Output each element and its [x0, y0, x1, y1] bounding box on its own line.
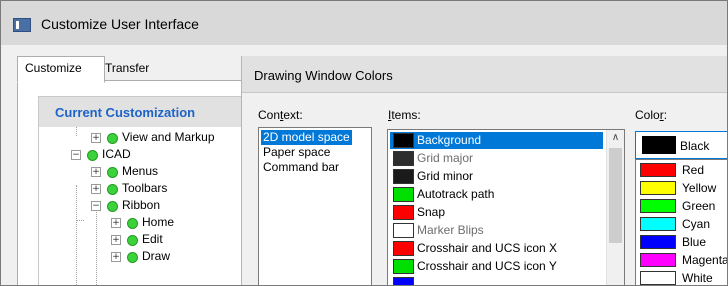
status-dot-icon — [127, 218, 138, 229]
expand-icon[interactable]: + — [91, 167, 101, 177]
tree-node-label: Ribbon — [122, 198, 161, 212]
tab-transfer[interactable]: Transfer — [97, 56, 183, 82]
expand-icon[interactable]: + — [91, 133, 101, 143]
color-swatch — [393, 151, 414, 166]
tree-node-menus[interactable]: + Menus — [39, 163, 271, 180]
tree-node-label: Toolbars — [122, 181, 168, 195]
expand-icon[interactable]: + — [91, 184, 101, 194]
tree-node-draw[interactable]: + Draw — [39, 248, 271, 265]
dialog-title: Drawing Window Colors — [254, 68, 393, 83]
scroll-up-arrow-icon[interactable]: ∧ — [607, 130, 624, 146]
status-dot-icon — [127, 235, 138, 246]
tree-node-edit[interactable]: + Edit — [39, 231, 271, 248]
status-dot-icon — [127, 252, 138, 263]
color-dropdown[interactable]: Black — [635, 131, 727, 159]
tree-node-icad[interactable]: − ICAD — [39, 146, 271, 163]
color-label: Color: — [635, 108, 668, 122]
tree-node-ribbon[interactable]: − Ribbon — [39, 197, 271, 214]
item-crosshair-ucs-x[interactable]: Crosshair and UCS icon X — [390, 240, 603, 257]
context-item-command-bar[interactable]: Command bar — [261, 160, 341, 175]
scrollbar-thumb[interactable] — [609, 148, 622, 243]
color-swatch — [393, 223, 414, 238]
tree-node-toolbars[interactable]: + Toolbars — [39, 180, 271, 197]
color-swatch — [640, 271, 676, 285]
color-swatch — [640, 235, 676, 249]
item-snap[interactable]: Snap — [390, 204, 603, 221]
color-swatch — [393, 241, 414, 256]
status-dot-icon — [107, 201, 118, 212]
context-item-paper-space[interactable]: Paper space — [261, 145, 332, 160]
item-grid-major[interactable]: Grid major — [390, 150, 603, 167]
color-swatch — [640, 253, 676, 267]
tree-node-label: Edit — [142, 232, 163, 246]
tab-customize[interactable]: Customize — [17, 56, 105, 83]
expand-icon[interactable]: + — [111, 252, 121, 262]
color-swatch — [393, 169, 414, 184]
item-grid-minor[interactable]: Grid minor — [390, 168, 603, 185]
status-dot-icon — [87, 150, 98, 161]
color-options-list[interactable]: Red Yellow Green Cyan Blue Magenta White — [635, 159, 727, 285]
title-bar: Customize User Interface — [1, 1, 727, 45]
status-dot-icon — [107, 167, 118, 178]
customization-tree[interactable]: + View and Markup − ICAD + Menus + Toolb… — [39, 127, 271, 285]
color-swatch — [393, 133, 414, 148]
context-list[interactable]: 2D model space Paper space Command bar — [258, 127, 372, 285]
tree-node-label: Menus — [122, 164, 159, 178]
item-crosshair-ucs-y[interactable]: Crosshair and UCS icon Y — [390, 258, 603, 275]
context-item-2d-model-space[interactable]: 2D model space — [261, 130, 352, 145]
collapse-icon[interactable]: − — [91, 201, 101, 211]
color-swatch — [393, 259, 414, 274]
items-label: Items: — [388, 108, 421, 122]
tree-node-view-and-markup[interactable]: + View and Markup — [39, 129, 271, 146]
status-dot-icon — [107, 133, 118, 144]
current-customization-header: Current Customization — [39, 97, 271, 127]
color-swatch — [640, 163, 676, 177]
color-swatch — [640, 199, 676, 213]
collapse-icon[interactable]: − — [71, 150, 81, 160]
color-swatch — [640, 181, 676, 195]
item-marker-blips[interactable]: Marker Blips — [390, 222, 603, 239]
items-scrollbar[interactable]: ∧ — [606, 130, 624, 285]
current-color-label: Black — [680, 139, 710, 153]
color-swatch — [640, 217, 676, 231]
dialog-header: Drawing Window Colors — [242, 56, 727, 93]
item-background[interactable]: Background — [390, 132, 603, 149]
window-title: Customize User Interface — [41, 16, 199, 32]
color-swatch — [393, 277, 414, 285]
tree-node-label: Draw — [142, 249, 171, 263]
current-color-swatch — [642, 136, 676, 154]
tree-node-label: View and Markup — [122, 130, 215, 144]
drawing-window-colors-dialog: Drawing Window Colors Context: Items: Co… — [241, 56, 727, 285]
tree-node-label: Home — [142, 215, 175, 229]
items-list[interactable]: Background Grid major Grid minor Autotra… — [387, 129, 625, 285]
app-icon — [13, 18, 31, 32]
context-label: Context: — [258, 108, 303, 122]
color-swatch — [393, 187, 414, 202]
tree-node-home[interactable]: + Home — [39, 214, 271, 231]
customize-tab-panel: Current Customization + View and Markup … — [17, 80, 272, 285]
tree-node-label: ICAD — [102, 147, 131, 161]
current-customization-panel: Current Customization + View and Markup … — [38, 96, 272, 285]
current-customization-title: Current Customization — [55, 105, 196, 120]
color-swatch — [393, 205, 414, 220]
expand-icon[interactable]: + — [111, 235, 121, 245]
status-dot-icon — [107, 184, 118, 195]
customize-ui-window: Customize User Interface Customize Trans… — [0, 0, 728, 286]
expand-icon[interactable]: + — [111, 218, 121, 228]
item-autotrack-path[interactable]: Autotrack path — [390, 186, 603, 203]
item-partial[interactable] — [390, 276, 603, 285]
